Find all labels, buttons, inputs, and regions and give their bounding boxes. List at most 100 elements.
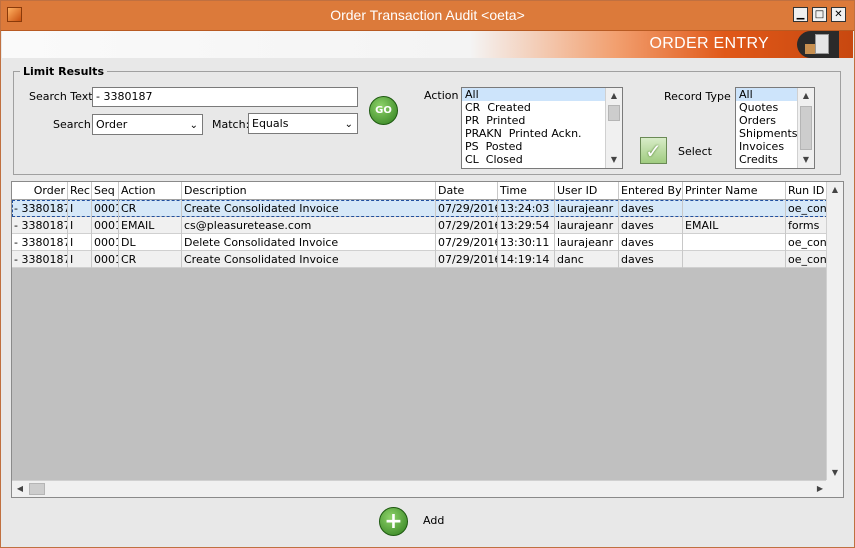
match-label: Match: <box>212 118 250 131</box>
cell-rec: I <box>68 200 92 217</box>
cell-order: - 3380187 <box>14 200 68 217</box>
scroll-thumb[interactable] <box>800 106 812 150</box>
column-header-printer-name[interactable]: Printer Name <box>683 182 786 199</box>
scroll-left-icon[interactable]: ◀ <box>12 481 28 497</box>
chevron-down-icon: ⌄ <box>344 119 353 130</box>
action-label: Action <box>424 89 459 102</box>
select-label: Select <box>678 145 712 158</box>
cell-order: - 3380187 <box>14 251 68 268</box>
scroll-down-icon[interactable]: ▼ <box>606 152 622 168</box>
table-row[interactable]: - 3380187I0001CRCreate Consolidated Invo… <box>12 251 828 268</box>
match-select-value: Equals <box>252 117 289 130</box>
cell-entered-by: daves <box>619 251 683 268</box>
search-select-value: Order <box>96 118 128 131</box>
cell-action: CR <box>119 251 182 268</box>
scroll-up-icon[interactable]: ▲ <box>606 88 622 104</box>
audit-grid[interactable]: Order Rec Seq Action Description Date Time User… <box>11 181 844 498</box>
limit-results-legend: Limit Results <box>20 65 107 78</box>
cell-run-id: oe_cons <box>788 251 828 268</box>
action-item[interactable]: CL Closed <box>462 153 622 166</box>
column-header-description[interactable]: Description <box>182 182 436 199</box>
cell-time: 13:24:03 <box>498 200 555 217</box>
checkmark-icon[interactable]: ✓ <box>640 137 667 164</box>
column-header-run-id[interactable]: Run ID <box>786 182 828 199</box>
cell-date: 07/29/2016 <box>438 234 498 251</box>
table-row[interactable]: - 3380187I0001DLDelete Consolidated Invo… <box>12 234 828 251</box>
action-item[interactable]: PR Printed <box>462 114 622 127</box>
cell-user-id: laurajeanr <box>555 234 619 251</box>
cell-printer-name: EMAIL <box>683 217 786 234</box>
action-scrollbar[interactable]: ▲ ▼ <box>605 88 622 168</box>
table-row[interactable]: - 3380187I0001CRCreate Consolidated Invo… <box>12 200 828 217</box>
cell-seq: 0001 <box>92 217 119 234</box>
action-listbox[interactable]: All CR Created PR Printed PRAKN Printed … <box>461 87 623 169</box>
cell-printer-name <box>683 251 786 268</box>
cell-time: 13:30:11 <box>498 234 555 251</box>
go-button[interactable]: GO <box>369 96 398 125</box>
cell-user-id: danc <box>555 251 619 268</box>
scroll-up-icon[interactable]: ▲ <box>827 182 843 198</box>
cell-entered-by: daves <box>619 200 683 217</box>
cell-description: Create Consolidated Invoice <box>182 251 436 268</box>
cell-description: Delete Consolidated Invoice <box>182 234 436 251</box>
cell-time: 14:19:14 <box>498 251 555 268</box>
clipboard-icon <box>797 31 839 58</box>
cell-date: 07/29/2016 <box>438 217 498 234</box>
cell-seq: 0001 <box>92 234 119 251</box>
column-header-order[interactable]: Order <box>12 182 68 199</box>
cell-description: cs@pleasuretease.com <box>182 217 436 234</box>
cell-run-id: oe_cons <box>788 200 828 217</box>
cell-action: CR <box>119 200 182 217</box>
plus-icon: + <box>384 508 403 534</box>
action-item[interactable]: PS Posted <box>462 140 622 153</box>
scroll-down-icon[interactable]: ▼ <box>798 152 814 168</box>
action-item[interactable]: PRAKN Printed Ackn. <box>462 127 622 140</box>
cell-rec: I <box>68 251 92 268</box>
clipboard-sheet <box>815 34 829 54</box>
search-label: Search: <box>53 118 95 131</box>
record-type-listbox[interactable]: All Quotes Orders Shipments Invoices Cre… <box>735 87 815 169</box>
chevron-down-icon: ⌄ <box>189 120 198 131</box>
grid-horizontal-scrollbar[interactable]: ◀ ▶ <box>12 480 828 497</box>
table-row[interactable]: - 3380187I0001EMAILcs@pleasuretease.com0… <box>12 217 828 234</box>
action-item[interactable]: All <box>462 88 622 101</box>
match-select[interactable]: Equals ⌄ <box>248 113 358 134</box>
maximize-button[interactable]: □ <box>812 7 827 22</box>
cell-description: Create Consolidated Invoice <box>182 200 436 217</box>
column-header-seq[interactable]: Seq <box>92 182 119 199</box>
close-button[interactable]: ✕ <box>831 7 846 22</box>
grid-vertical-scrollbar[interactable]: ▲ ▼ <box>826 182 843 481</box>
cell-seq: 0001 <box>92 251 119 268</box>
scrollbar-corner <box>826 480 843 497</box>
minimize-button[interactable]: ▁ <box>793 7 808 22</box>
module-banner: ORDER ENTRY <box>2 31 853 58</box>
title-bar: Order Transaction Audit <oeta> ▁ □ ✕ <box>0 0 855 31</box>
scroll-thumb[interactable] <box>29 483 45 495</box>
column-header-date[interactable]: Date <box>436 182 498 199</box>
cell-entered-by: daves <box>619 234 683 251</box>
grid-header: Order Rec Seq Action Description Date Time User… <box>12 182 828 200</box>
column-header-entered-by[interactable]: Entered By <box>619 182 683 199</box>
column-header-time[interactable]: Time <box>498 182 555 199</box>
search-text-label: Search Text: <box>29 90 97 103</box>
action-item[interactable]: CR Created <box>462 101 622 114</box>
cell-action: EMAIL <box>119 217 182 234</box>
window-title: Order Transaction Audit <oeta> <box>330 7 525 23</box>
add-button[interactable]: + <box>379 507 408 536</box>
banner-title: ORDER ENTRY <box>649 35 769 52</box>
cell-time: 13:29:54 <box>498 217 555 234</box>
cell-printer-name <box>683 200 786 217</box>
record-type-scrollbar[interactable]: ▲ ▼ <box>797 88 814 168</box>
cell-entered-by: daves <box>619 217 683 234</box>
search-select[interactable]: Order ⌄ <box>92 114 203 135</box>
column-header-action[interactable]: Action <box>119 182 182 199</box>
scroll-down-icon[interactable]: ▼ <box>827 465 843 481</box>
column-header-rec[interactable]: Rec <box>68 182 92 199</box>
scroll-up-icon[interactable]: ▲ <box>798 88 814 104</box>
column-header-user-id[interactable]: User ID <box>555 182 619 199</box>
cell-order: - 3380187 <box>14 234 68 251</box>
scroll-thumb[interactable] <box>608 105 620 121</box>
add-label: Add <box>423 514 445 527</box>
cell-rec: I <box>68 234 92 251</box>
search-text-input[interactable]: - 3380187 <box>92 87 358 107</box>
